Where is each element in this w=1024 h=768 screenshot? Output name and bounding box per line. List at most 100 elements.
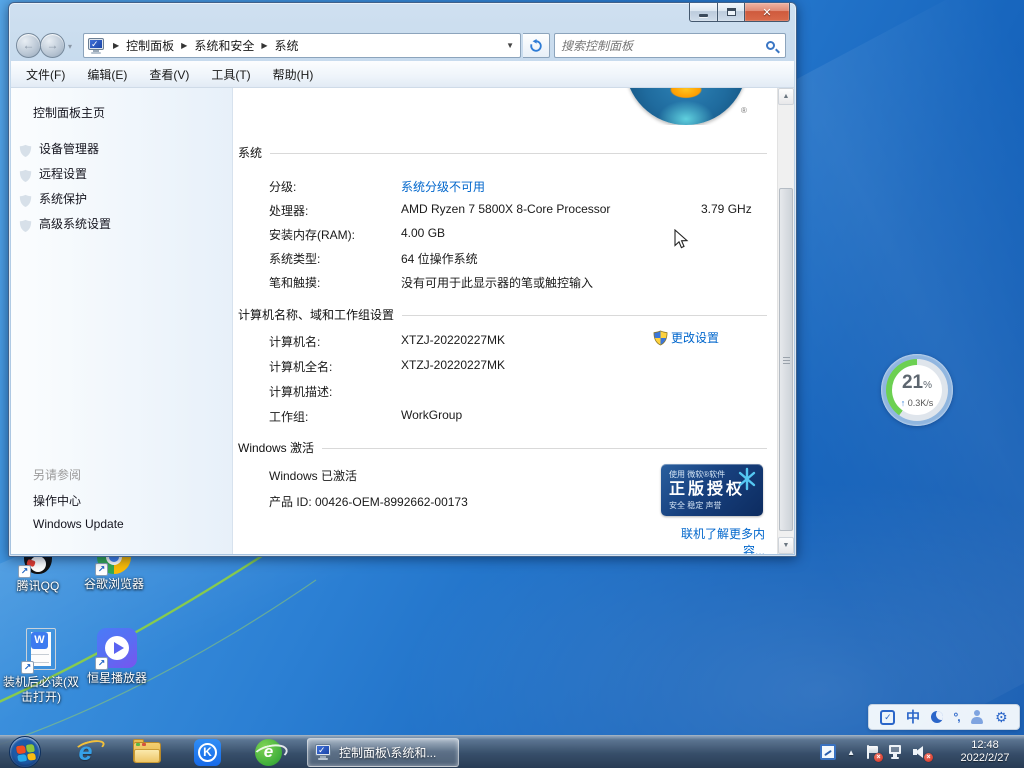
sidebar-see-also-header: 另请参阅 — [33, 466, 81, 483]
mute-badge-icon — [924, 753, 933, 762]
taskbar: e K e 控制面板\系统和... — [0, 735, 1024, 768]
shield-icon — [19, 144, 32, 158]
activation-status: Windows 已激活 — [269, 467, 357, 484]
taskbar-ie-icon[interactable]: e — [69, 737, 102, 767]
moon-fullwidth-icon[interactable] — [931, 711, 943, 723]
menu-tools[interactable]: 工具(T) — [200, 66, 261, 83]
ime-status-icon[interactable] — [880, 710, 895, 725]
menu-edit[interactable]: 编辑(E) — [76, 66, 138, 83]
sidebar-item-advanced-settings[interactable]: 高级系统设置 — [39, 215, 111, 232]
row-ram: 安装内存(RAM): 4.00 GB — [233, 226, 777, 244]
search-input[interactable] — [555, 39, 766, 53]
row-workgroup: 工作组: WorkGroup — [233, 408, 777, 426]
pen-touch-value: 没有可用于此显示器的笔或触控输入 — [401, 274, 593, 291]
active-task-control-panel[interactable]: 控制面板\系统和... — [307, 738, 459, 767]
scrollbar-thumb[interactable] — [779, 188, 793, 531]
row-system-type: 系统类型: 64 位操作系统 — [233, 250, 777, 268]
menu-bar: 文件(F) 编辑(E) 查看(V) 工具(T) 帮助(H) — [11, 61, 794, 88]
row-processor: 处理器: AMD Ryzen 7 5800X 8-Core Processor … — [233, 202, 777, 220]
menu-file[interactable]: 文件(F) — [15, 66, 76, 83]
taskbar-explorer-icon[interactable] — [130, 737, 163, 767]
computer-description-label: 计算机描述: — [269, 383, 332, 400]
uac-shield-icon — [653, 330, 668, 346]
action-center-flag-icon[interactable] — [866, 745, 880, 760]
address-bar[interactable]: 控制面板 系统和安全 系统 — [83, 33, 521, 58]
breadcrumb-separator-icon — [254, 41, 274, 50]
taskbar-clock[interactable]: 12:48 2022/2/27 — [954, 739, 1016, 765]
system-properties-window: ✕ 控制面板 系统和安全 系统 — [8, 2, 797, 557]
row-computer-description: 计算机描述: — [233, 383, 777, 401]
back-button[interactable] — [16, 33, 41, 58]
taskbar-kugou-icon[interactable]: K — [191, 737, 224, 767]
mouse-cursor — [674, 229, 689, 250]
shield-icon — [19, 194, 32, 208]
history-dropdown-icon[interactable] — [68, 42, 72, 51]
desktop-icon-label: 装机后必读(双击打开) — [2, 675, 80, 705]
breadcrumb-system-security[interactable]: 系统和安全 — [194, 37, 254, 54]
change-settings-link[interactable]: 更改设置 — [671, 329, 719, 346]
breadcrumb-separator-icon — [106, 41, 126, 50]
search-box[interactable] — [554, 33, 786, 58]
shield-icon — [19, 169, 32, 183]
rating-unavailable-link[interactable]: 系统分级不可用 — [401, 178, 485, 195]
start-button[interactable] — [9, 736, 41, 768]
net-speed-widget[interactable]: 21% ↑ 0.3K/s — [881, 354, 953, 426]
desktop-icon-label: 谷歌浏览器 — [84, 577, 144, 592]
learn-more-link[interactable]: 联机了解更多内容... — [661, 525, 765, 554]
document-icon: W — [23, 628, 59, 672]
clock-time: 12:48 — [954, 739, 1016, 752]
close-button[interactable]: ✕ — [745, 3, 790, 22]
desktop-icon-readme[interactable]: W 装机后必读(双击打开) — [2, 628, 80, 705]
breadcrumb-control-panel[interactable]: 控制面板 — [126, 37, 174, 54]
refresh-icon — [529, 39, 543, 53]
sidebar-item-windows-update[interactable]: Windows Update — [33, 517, 124, 531]
change-settings[interactable]: 更改设置 — [653, 329, 719, 346]
sidebar-item-control-panel-home[interactable]: 控制面板主页 — [33, 104, 105, 121]
desktop-icon-star-player[interactable]: 恒星播放器 — [79, 628, 155, 686]
scroll-down-button[interactable] — [778, 537, 794, 554]
sidebar-item-action-center[interactable]: 操作中心 — [33, 492, 81, 509]
computer-name-value: XTZJ-20220227MK — [401, 333, 505, 347]
volume-muted-icon[interactable] — [913, 745, 930, 760]
rating-label: 分级: — [269, 178, 296, 195]
ime-toolbar: 中 — [868, 704, 1020, 730]
taskbar-green-browser-icon[interactable]: e — [252, 737, 285, 767]
system-type-value: 64 位操作系统 — [401, 250, 478, 267]
windows-flag-icon — [16, 744, 36, 762]
ime-mode-chinese[interactable]: 中 — [906, 707, 920, 727]
net-percent-unit: % — [923, 380, 932, 391]
clock-date: 2022/2/27 — [954, 752, 1016, 765]
sidebar-item-remote-settings[interactable]: 远程设置 — [39, 165, 87, 182]
row-computer-fullname: 计算机全名: XTZJ-20220227MK — [233, 358, 777, 376]
menu-help[interactable]: 帮助(H) — [262, 66, 325, 83]
active-task-label: 控制面板\系统和... — [339, 744, 436, 761]
system-tray: 12:48 2022/2/27 — [820, 736, 1024, 768]
genuine-software-badge[interactable]: 使用 微软®软件 正版授权 安全 稳定 声誉 — [661, 464, 763, 516]
computer-icon — [88, 38, 106, 54]
sidebar: 控制面板主页 设备管理器 远程设置 系统保护 高级系统设置 另请参阅 操作中心 … — [11, 88, 233, 554]
desktop-icon-label: 腾讯QQ — [8, 579, 68, 594]
gear-icon[interactable] — [995, 710, 1008, 724]
scroll-up-button[interactable] — [778, 88, 794, 105]
menu-view[interactable]: 查看(V) — [138, 66, 200, 83]
vertical-scrollbar[interactable] — [777, 88, 794, 554]
breadcrumb-system[interactable]: 系统 — [275, 37, 299, 54]
search-icon[interactable] — [766, 41, 775, 50]
show-hidden-icons-button[interactable] — [847, 748, 855, 757]
user-icon[interactable] — [970, 710, 984, 724]
maximize-button[interactable] — [718, 3, 745, 22]
address-dropdown-icon[interactable] — [506, 41, 516, 50]
navigation-bar: 控制面板 系统和安全 系统 — [11, 29, 794, 61]
punctuation-icon[interactable] — [953, 710, 959, 724]
sidebar-item-system-protection[interactable]: 系统保护 — [39, 190, 87, 207]
minimize-button[interactable] — [689, 3, 718, 22]
forward-button[interactable] — [40, 33, 65, 58]
computer-fullname-label: 计算机全名: — [269, 358, 332, 375]
row-pen-touch: 笔和触摸: 没有可用于此显示器的笔或触控输入 — [233, 274, 777, 292]
workgroup-value: WorkGroup — [401, 408, 462, 422]
network-icon[interactable] — [888, 745, 904, 760]
sidebar-item-device-manager[interactable]: 设备管理器 — [39, 140, 99, 157]
tray-app-icon[interactable] — [820, 744, 836, 760]
refresh-button[interactable] — [523, 33, 550, 58]
workgroup-label: 工作组: — [269, 408, 308, 425]
